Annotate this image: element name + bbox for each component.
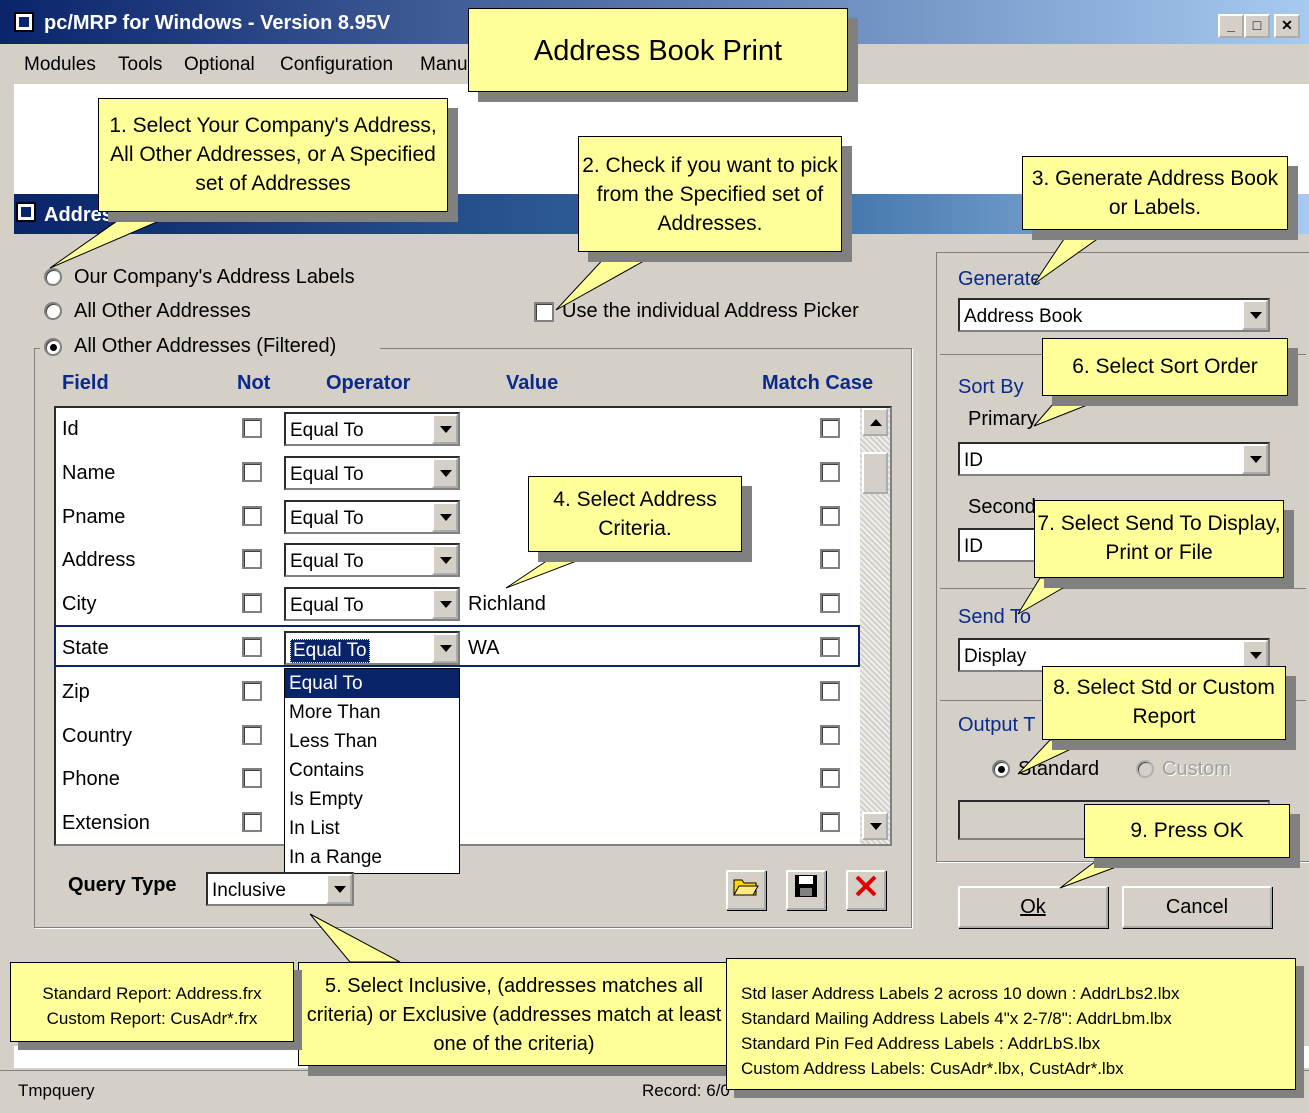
note-custom-report: Custom Report: CusAdr*.frx [46,1009,258,1028]
note-label-2: Standard Mailing Address Labels 4"x 2-7/… [741,1009,1172,1028]
callout-9: 9. Press OK [1084,804,1290,858]
callout-title: Address Book Print [468,8,848,92]
note-label-4: Custom Address Labels: CusAdr*.lbx, Cust… [741,1059,1124,1078]
callout-8: 8. Select Std or Custom Report [1042,666,1286,740]
callout-3: 3. Generate Address Book or Labels. [1022,156,1288,230]
callout-1: 1. Select Your Company's Address, All Ot… [98,98,448,212]
callout-2: 2. Check if you want to pick from the Sp… [578,136,842,252]
callout-4: 4. Select Address Criteria. [528,476,742,552]
note-label-3: Standard Pin Fed Address Labels : AddrLb… [741,1034,1101,1053]
note-label-1: Std laser Address Labels 2 across 10 dow… [741,984,1180,1003]
note-label-files: Std laser Address Labels 2 across 10 dow… [726,958,1296,1090]
note-standard-report: Standard Report: Address.frx [42,984,262,1003]
callout-7: 7. Select Send To Display, Print or File [1034,500,1284,578]
callout-6: 6. Select Sort Order [1042,338,1288,396]
callout-5: 5. Select Inclusive, (addresses matches … [298,962,730,1066]
note-report-files: Standard Report: Address.frx Custom Repo… [10,962,294,1042]
